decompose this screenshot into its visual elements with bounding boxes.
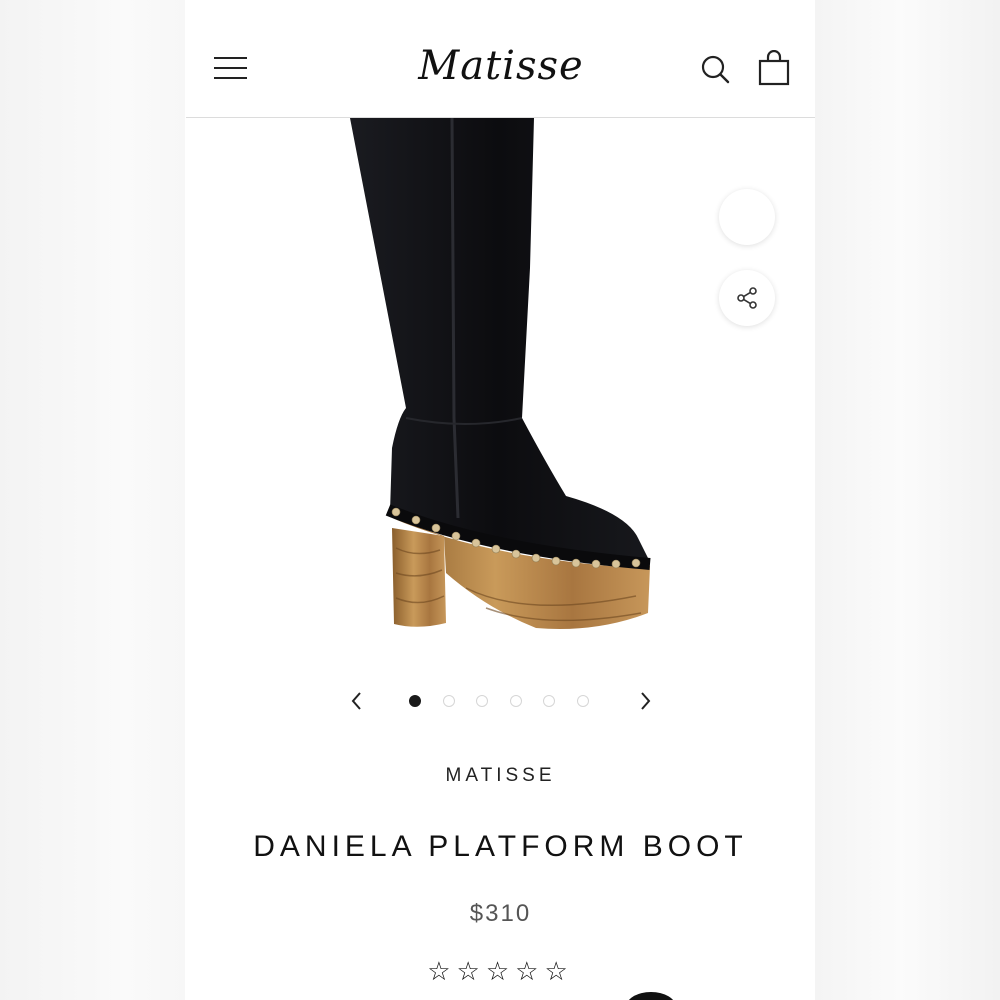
shopping-bag-icon[interactable] <box>758 49 790 86</box>
product-brand[interactable]: MATISSE <box>186 765 815 787</box>
product-price: $310 <box>469 900 532 927</box>
product-image <box>350 118 651 629</box>
carousel-dot[interactable] <box>409 695 421 707</box>
carousel-dot[interactable] <box>543 695 556 707</box>
carousel-dot[interactable] <box>442 695 455 707</box>
image-carousel-controls <box>186 684 815 720</box>
product-page: Matisse MATISSE DANIELA PLATFORM BOOT $3… <box>186 0 815 1000</box>
hamburger-menu-icon[interactable] <box>214 55 248 81</box>
wishlist-button[interactable] <box>719 189 775 245</box>
search-icon[interactable] <box>700 54 732 86</box>
chevron-right-icon[interactable] <box>634 688 656 714</box>
chat-button[interactable] <box>626 992 676 1000</box>
product-title: DANIELA PLATFORM BOOT <box>253 830 748 863</box>
site-header: Matisse <box>186 0 815 118</box>
rating-stars[interactable]: ☆☆☆☆☆ <box>186 956 815 986</box>
carousel-dot[interactable] <box>509 695 522 707</box>
carousel-dot[interactable] <box>476 695 489 707</box>
share-icon[interactable] <box>719 270 775 326</box>
carousel-dot[interactable] <box>577 695 589 707</box>
brand-logo[interactable]: Matisse <box>356 38 646 94</box>
chevron-left-icon[interactable] <box>346 688 368 714</box>
product-image-gallery[interactable] <box>186 118 815 678</box>
